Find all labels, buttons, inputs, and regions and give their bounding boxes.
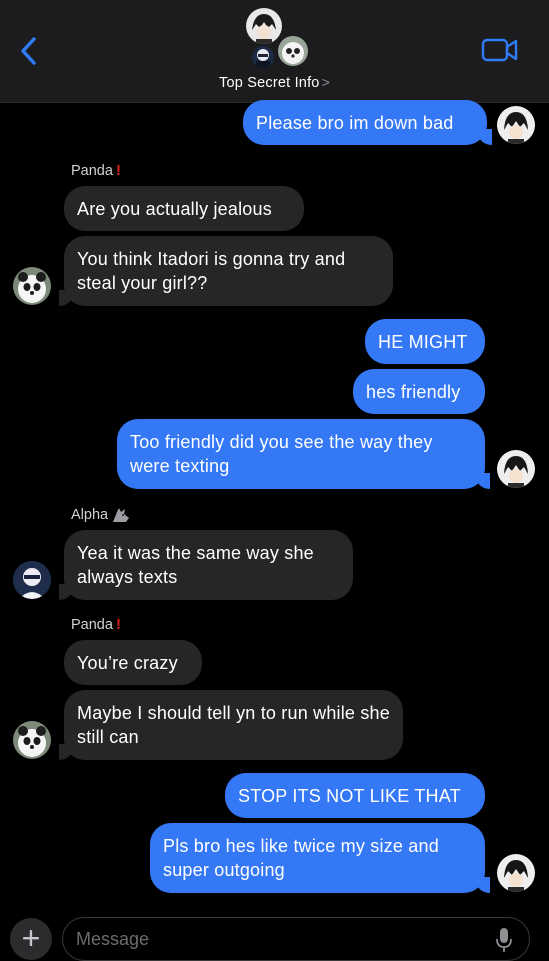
sent-message-bubble[interactable]: STOP ITS NOT LIKE THAT bbox=[225, 773, 485, 818]
video-camera-icon[interactable] bbox=[481, 38, 519, 62]
conversation-title-text: Top Secret Info bbox=[219, 75, 320, 91]
sent-message-bubble[interactable]: Too friendly did you see the way they we… bbox=[117, 419, 490, 489]
message-text: Maybe I should tell yn to run while she … bbox=[77, 703, 390, 747]
received-message-bubble[interactable]: Are you actually jealous bbox=[64, 186, 304, 231]
wolf-emoji-icon bbox=[113, 508, 130, 522]
conversation-header: Top Secret Info > bbox=[0, 0, 549, 103]
sender-name: Panda! bbox=[71, 162, 121, 179]
panda-avatar[interactable] bbox=[13, 721, 51, 759]
message-text: hes friendly bbox=[366, 381, 461, 402]
message-text: Too friendly did you see the way they we… bbox=[130, 432, 433, 476]
group-member-avatar bbox=[252, 46, 274, 68]
red-exclamation-icon: ! bbox=[115, 162, 121, 179]
message-text: Yea it was the same way she always texts bbox=[77, 543, 314, 587]
sender-name-text: Alpha bbox=[71, 507, 109, 523]
alpha-avatar[interactable] bbox=[13, 561, 51, 599]
sender-name-text: Panda bbox=[71, 616, 113, 633]
sender-name: Panda! bbox=[71, 616, 121, 633]
message-text: Are you actually jealous bbox=[77, 198, 272, 219]
title-chevron-icon: > bbox=[321, 74, 330, 90]
message-text: Please bro im down bad bbox=[256, 112, 454, 133]
received-message-bubble[interactable]: You’re crazy bbox=[64, 640, 202, 685]
message-text: STOP ITS NOT LIKE THAT bbox=[238, 785, 461, 806]
group-member-avatar bbox=[278, 36, 308, 66]
my-avatar[interactable] bbox=[497, 854, 535, 892]
sender-name: Alpha bbox=[71, 506, 131, 524]
sent-message-bubble[interactable]: Pls bro hes like twice my size and super… bbox=[150, 823, 490, 893]
message-text: You’re crazy bbox=[77, 652, 178, 673]
conversation-title[interactable]: Top Secret Info > bbox=[0, 74, 549, 91]
red-exclamation-icon: ! bbox=[115, 616, 121, 633]
sent-message-bubble[interactable]: HE MIGHT bbox=[365, 319, 485, 364]
received-message-bubble[interactable]: Yea it was the same way she always texts bbox=[59, 530, 353, 600]
panda-avatar[interactable] bbox=[13, 267, 51, 305]
message-input-placeholder: Message bbox=[76, 929, 150, 949]
message-text: You think Itadori is gonna try and steal… bbox=[77, 249, 346, 293]
sender-name-text: Panda bbox=[71, 162, 113, 179]
received-message-bubble[interactable]: Maybe I should tell yn to run while she … bbox=[59, 690, 403, 760]
message-text: Pls bro hes like twice my size and super… bbox=[163, 836, 439, 880]
sent-message-bubble[interactable]: Please bro im down bad bbox=[243, 100, 492, 145]
group-member-avatar bbox=[246, 8, 282, 44]
plus-icon: + bbox=[21, 920, 41, 956]
microphone-icon[interactable] bbox=[496, 927, 512, 953]
my-avatar[interactable] bbox=[497, 106, 535, 144]
sent-message-bubble[interactable]: hes friendly bbox=[353, 369, 485, 414]
add-attachment-button[interactable]: + bbox=[10, 918, 52, 960]
message-text: HE MIGHT bbox=[378, 331, 468, 352]
group-avatar-cluster[interactable] bbox=[240, 6, 312, 70]
received-message-bubble[interactable]: You think Itadori is gonna try and steal… bbox=[59, 236, 393, 306]
my-avatar[interactable] bbox=[497, 450, 535, 488]
back-chevron-icon[interactable] bbox=[14, 34, 44, 68]
